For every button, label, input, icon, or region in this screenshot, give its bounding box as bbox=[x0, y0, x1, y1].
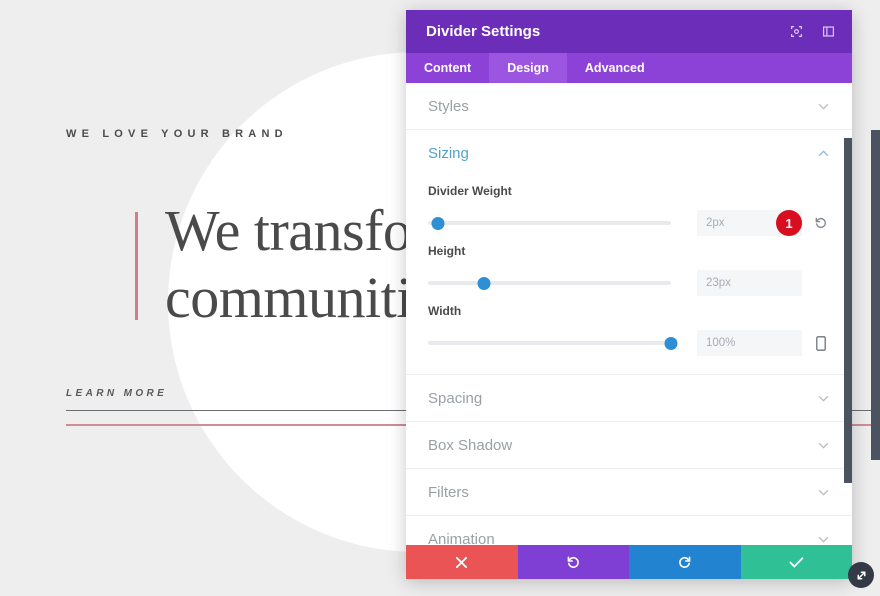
slider-track bbox=[428, 341, 671, 345]
learn-more-link[interactable]: LEARN MORE bbox=[66, 388, 167, 399]
hero-eyebrow-text: WE LOVE YOUR BRAND bbox=[66, 128, 288, 140]
section-box-shadow: Box Shadow bbox=[406, 422, 852, 469]
section-animation-title: Animation bbox=[428, 530, 495, 546]
field-width-label: Width bbox=[428, 304, 462, 318]
section-styles-title: Styles bbox=[428, 97, 469, 115]
panel-scrollbar[interactable] bbox=[844, 138, 852, 483]
section-filters-title: Filters bbox=[428, 483, 469, 501]
height-slider[interactable] bbox=[428, 276, 671, 290]
chevron-up-icon[interactable] bbox=[816, 146, 830, 160]
section-sizing-header[interactable]: Sizing bbox=[406, 130, 852, 176]
chevron-down-icon[interactable] bbox=[816, 99, 830, 113]
cancel-button[interactable] bbox=[406, 545, 518, 579]
section-sizing-title: Sizing bbox=[428, 144, 469, 162]
tab-design[interactable]: Design bbox=[489, 53, 567, 83]
reset-icon[interactable] bbox=[812, 216, 830, 230]
width-input[interactable]: 100% bbox=[697, 330, 802, 356]
redo-button[interactable] bbox=[629, 545, 741, 579]
section-sizing-body: Divider Weight 2px 1 Height 23px Width 1… bbox=[406, 178, 852, 374]
slider-track bbox=[428, 281, 671, 285]
height-input[interactable]: 23px bbox=[697, 270, 802, 296]
slider-knob[interactable] bbox=[664, 336, 678, 350]
section-spacing-title: Spacing bbox=[428, 389, 483, 407]
modal-body: Styles Sizing Divider Weight 2px 1 Heigh… bbox=[406, 83, 852, 545]
tab-content[interactable]: Content bbox=[406, 53, 489, 83]
slider-track bbox=[428, 221, 671, 225]
divider-settings-modal: Divider Settings Content Design Advanced… bbox=[406, 10, 852, 579]
expand-icon[interactable] bbox=[786, 22, 806, 42]
width-slider[interactable] bbox=[428, 336, 678, 350]
app-root: WE LOVE YOUR BRAND We transform communit… bbox=[0, 0, 880, 596]
hero-accent-bar bbox=[135, 212, 138, 320]
chevron-down-icon[interactable] bbox=[816, 532, 830, 545]
divider-weight-slider[interactable] bbox=[428, 216, 671, 230]
layout-panel-icon[interactable] bbox=[818, 22, 838, 42]
field-divider-weight: Divider Weight 2px 1 bbox=[428, 178, 830, 236]
chevron-down-icon[interactable] bbox=[816, 485, 830, 499]
section-styles-header[interactable]: Styles bbox=[406, 83, 852, 129]
section-spacing-header[interactable]: Spacing bbox=[406, 375, 852, 421]
modal-header: Divider Settings bbox=[406, 10, 852, 53]
section-animation-header[interactable]: Animation bbox=[406, 516, 852, 545]
slider-knob[interactable] bbox=[431, 216, 445, 230]
undo-button[interactable] bbox=[517, 545, 629, 579]
chevron-down-icon[interactable] bbox=[816, 391, 830, 405]
section-box-shadow-header[interactable]: Box Shadow bbox=[406, 422, 852, 468]
field-divider-weight-row: 2px 1 bbox=[428, 210, 830, 236]
section-sizing: Sizing Divider Weight 2px 1 Height 23px … bbox=[406, 130, 852, 375]
field-divider-weight-label: Divider Weight bbox=[428, 184, 512, 198]
section-spacing: Spacing bbox=[406, 375, 852, 422]
section-filters: Filters bbox=[406, 469, 852, 516]
field-height-row: 23px bbox=[428, 270, 830, 296]
modal-tabs: Content Design Advanced bbox=[406, 53, 852, 83]
tab-advanced[interactable]: Advanced bbox=[567, 53, 663, 83]
mobile-responsive-icon[interactable] bbox=[812, 335, 830, 351]
slider-knob[interactable] bbox=[477, 276, 491, 290]
section-animation: Animation bbox=[406, 516, 852, 545]
resize-handle[interactable] bbox=[848, 562, 874, 588]
notification-badge[interactable]: 1 bbox=[776, 210, 802, 236]
field-height-label: Height bbox=[428, 244, 466, 258]
section-box-shadow-title: Box Shadow bbox=[428, 436, 513, 454]
field-width-row: 100% bbox=[428, 330, 830, 356]
section-styles: Styles bbox=[406, 83, 852, 130]
modal-header-icons bbox=[786, 22, 838, 42]
field-width: Width 100% bbox=[428, 298, 830, 356]
field-height: Height 23px bbox=[428, 238, 830, 296]
modal-footer bbox=[406, 545, 852, 579]
chevron-down-icon[interactable] bbox=[816, 438, 830, 452]
page-scrollbar[interactable] bbox=[871, 130, 880, 460]
section-filters-header[interactable]: Filters bbox=[406, 469, 852, 515]
modal-title: Divider Settings bbox=[426, 23, 541, 40]
save-button[interactable] bbox=[740, 545, 852, 579]
